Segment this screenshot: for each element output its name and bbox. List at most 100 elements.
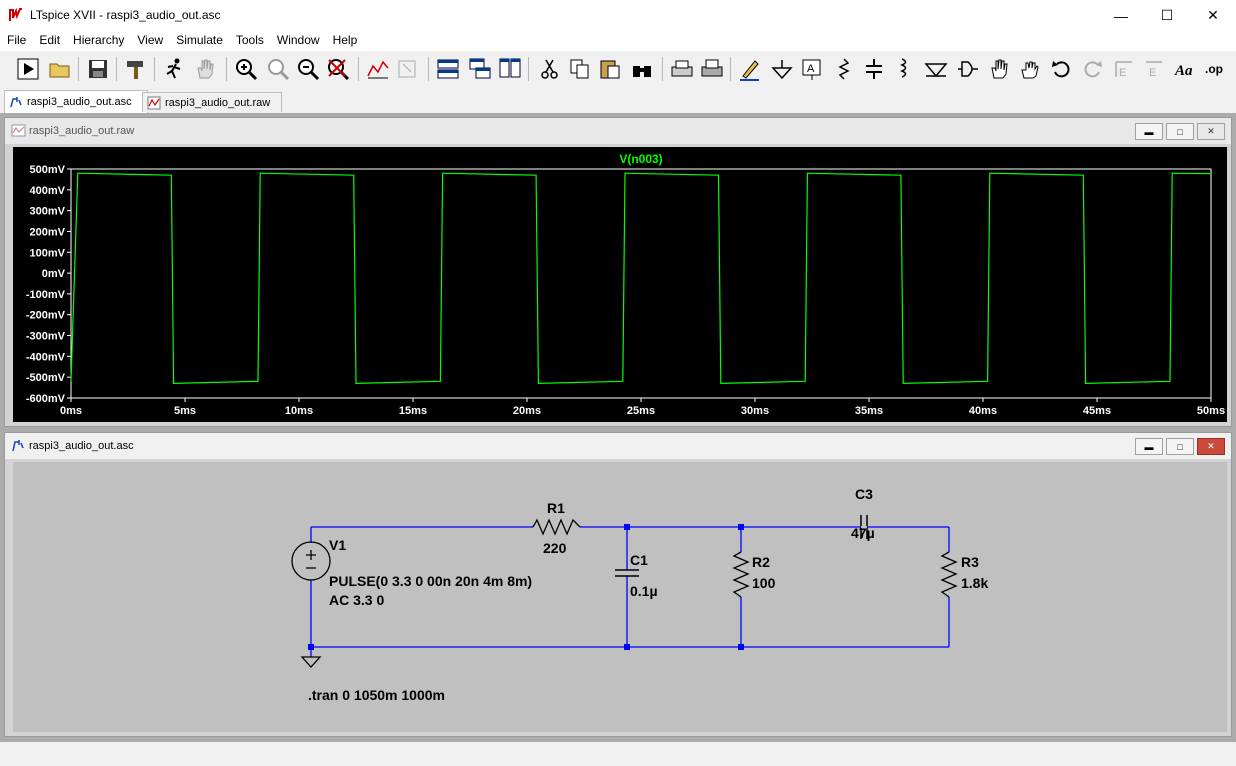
waveform-chart[interactable]: 500mV 400mV 300mV 200mV 100mV 0mV -100mV -200mV…	[13, 147, 1227, 422]
cascade-icon[interactable]	[466, 55, 494, 83]
save-icon[interactable]	[84, 55, 112, 83]
find-binoculars-icon[interactable]	[628, 55, 656, 83]
zoom-pan-icon[interactable]	[264, 55, 292, 83]
r2-resistor[interactable]	[732, 551, 750, 598]
spice-directive[interactable]: .tran 0 1050m 1000m	[308, 687, 445, 703]
minimize-button[interactable]: —	[1098, 0, 1144, 31]
menu-file[interactable]: File	[0, 31, 32, 51]
run-man-icon[interactable]	[160, 55, 188, 83]
mdi-workspace: raspi3_audio_out.raw ▬ □ ✕ 500mV 400mV 300…	[0, 113, 1236, 766]
trace-name-label: V(n003)	[619, 152, 662, 166]
x-tick-label: 20ms	[513, 405, 541, 417]
menu-edit[interactable]: Edit	[32, 31, 66, 51]
draw-wire-pencil-icon[interactable]	[736, 55, 764, 83]
svg-text:Aa: Aa	[1174, 63, 1193, 79]
resistor-icon[interactable]	[830, 55, 858, 83]
tab-waveform[interactable]: raspi3_audio_out.raw	[142, 92, 282, 112]
maximize-button[interactable]: ☐	[1144, 0, 1190, 31]
menu-view[interactable]: View	[130, 31, 169, 51]
schematic-close-button[interactable]: ✕	[1197, 438, 1225, 455]
r3-label[interactable]: R3	[961, 554, 979, 570]
v1-ac-value[interactable]: AC 3.3 0	[329, 592, 384, 608]
inductor-icon[interactable]	[890, 55, 918, 83]
x-tick-label: 35ms	[855, 405, 883, 417]
zoom-in-icon[interactable]	[232, 55, 260, 83]
menu-tools[interactable]: Tools	[229, 31, 270, 51]
undo-icon[interactable]	[1048, 55, 1076, 83]
schematic-window-titlebar[interactable]: raspi3_audio_out.asc ▬ □ ✕	[5, 433, 1231, 459]
schematic-canvas[interactable]: V1 PULSE(0 3.3 0 00n 20n 4m 8m) AC 3.3 0…	[13, 462, 1227, 732]
rotate-icon[interactable]: E	[1110, 55, 1138, 83]
c1-capacitor[interactable]	[615, 569, 639, 577]
redo-icon[interactable]	[1078, 55, 1106, 83]
diode-icon[interactable]	[922, 55, 950, 83]
menu-hierarchy[interactable]: Hierarchy	[66, 31, 130, 51]
c1-label[interactable]: C1	[630, 552, 648, 568]
paste-icon[interactable]	[596, 55, 624, 83]
mirror-icon[interactable]: E	[1140, 55, 1168, 83]
drag-hand-icon[interactable]	[1016, 55, 1044, 83]
ground-icon[interactable]	[768, 55, 796, 83]
copy-icon[interactable]	[566, 55, 594, 83]
autorange-icon[interactable]	[364, 55, 392, 83]
waveform-close-button[interactable]: ✕	[1197, 123, 1225, 140]
c3-label[interactable]: C3	[855, 486, 873, 502]
menu-window[interactable]: Window	[270, 31, 326, 51]
tab-schematic[interactable]: raspi3_audio_out.asc	[4, 90, 148, 113]
v1-value[interactable]: PULSE(0 3.3 0 00n 20n 4m 8m)	[329, 573, 532, 589]
schematic-drawing[interactable]: V1 PULSE(0 3.3 0 00n 20n 4m 8m) AC 3.3 0…	[13, 462, 1227, 732]
ground-symbol[interactable]	[300, 656, 322, 668]
junction-dot	[624, 524, 630, 530]
r1-resistor[interactable]	[532, 518, 581, 536]
schematic-restore-button[interactable]: □	[1166, 438, 1194, 455]
waveform-minimize-button[interactable]: ▬	[1135, 123, 1163, 140]
v1-voltage-source[interactable]	[291, 541, 331, 581]
label-net-icon[interactable]: A	[798, 55, 826, 83]
tile-horizontal-icon[interactable]	[434, 55, 462, 83]
y-tick-label: -200mV	[26, 310, 66, 322]
r1-label[interactable]: R1	[547, 500, 565, 516]
menu-help[interactable]: Help	[326, 31, 364, 51]
r1-value[interactable]: 220	[543, 540, 567, 556]
fft-icon[interactable]	[394, 55, 422, 83]
schematic-minimize-button[interactable]: ▬	[1135, 438, 1163, 455]
c3-value[interactable]: 47µ	[851, 525, 875, 541]
open-folder-icon[interactable]	[46, 55, 74, 83]
zoom-cancel-icon[interactable]	[324, 55, 352, 83]
series-line-v-n003	[70, 172, 1212, 385]
close-button[interactable]: ✕	[1190, 0, 1236, 31]
x-tick-label: 50ms	[1197, 405, 1225, 417]
print-icon[interactable]	[668, 55, 696, 83]
print-setup-icon[interactable]	[698, 55, 726, 83]
text-icon[interactable]: Aa	[1172, 55, 1200, 83]
tab-waveform-label: raspi3_audio_out.raw	[165, 96, 271, 109]
tab-schematic-label: raspi3_audio_out.asc	[27, 96, 132, 108]
y-tick-label: -600mV	[26, 393, 66, 405]
waveform-restore-button[interactable]: □	[1166, 123, 1194, 140]
x-tick-label: 0ms	[60, 405, 82, 417]
waveform-window-titlebar[interactable]: raspi3_audio_out.raw ▬ □ ✕	[5, 118, 1231, 144]
r3-value[interactable]: 1.8k	[961, 575, 988, 591]
spice-directive-icon[interactable]: .op	[1202, 55, 1230, 83]
v1-label[interactable]: V1	[329, 537, 346, 553]
junction-dot	[738, 644, 744, 650]
r3-resistor[interactable]	[940, 551, 958, 598]
x-tick-label: 15ms	[399, 405, 427, 417]
c1-value[interactable]: 0.1µ	[630, 583, 658, 599]
r2-value[interactable]: 100	[752, 575, 776, 591]
svg-text:.op: .op	[1205, 62, 1223, 76]
control-panel-hammer-icon[interactable]	[122, 55, 150, 83]
tile-vertical-icon[interactable]	[496, 55, 524, 83]
cut-icon[interactable]	[536, 55, 564, 83]
toolbar: A E E Aa .op	[0, 51, 1236, 90]
menu-simulate[interactable]: Simulate	[169, 31, 229, 51]
capacitor-icon[interactable]	[860, 55, 888, 83]
run-icon[interactable]	[14, 55, 42, 83]
r2-label[interactable]: R2	[752, 554, 770, 570]
move-hand-icon[interactable]	[986, 55, 1014, 83]
waveform-plot[interactable]: 500mV 400mV 300mV 200mV 100mV 0mV -100mV -200mV…	[13, 147, 1227, 422]
component-icon[interactable]	[954, 55, 982, 83]
halt-hand-icon[interactable]	[192, 55, 220, 83]
zoom-out-icon[interactable]	[294, 55, 322, 83]
waveform-icon	[147, 96, 161, 109]
